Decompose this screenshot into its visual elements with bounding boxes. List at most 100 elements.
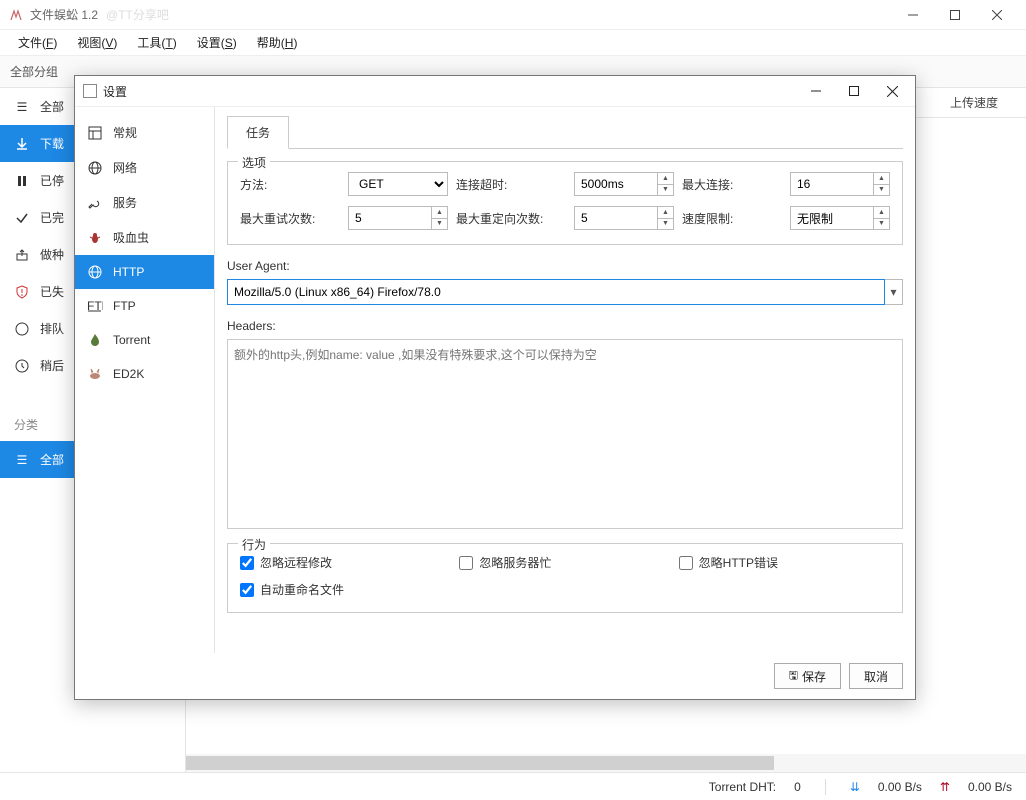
sidebar-item-label: 稍后: [40, 357, 64, 374]
dialog-minimize-button[interactable]: [797, 77, 835, 105]
settings-item-ftp[interactable]: FTP FTP: [75, 289, 214, 323]
pause-icon: [14, 173, 30, 189]
app-icon: [8, 7, 24, 23]
settings-item-label: ED2K: [113, 367, 144, 381]
speed-limit-label: 速度限制:: [682, 210, 782, 227]
settings-item-label: 网络: [113, 159, 137, 176]
chevron-up-icon[interactable]: ▲: [658, 207, 673, 219]
app-title: 文件蜈蚣 1.2: [30, 6, 98, 23]
minimize-button[interactable]: [892, 1, 934, 29]
options-legend: 选项: [238, 154, 270, 171]
torrent-dht-value: 0: [794, 780, 801, 794]
menubar: 文件(F) 视图(V) 工具(T) 设置(S) 帮助(H): [0, 30, 1026, 56]
settings-item-label: HTTP: [113, 265, 144, 279]
horizontal-scrollbar[interactable]: [186, 754, 1026, 772]
dialog-title: 设置: [103, 83, 127, 100]
settings-item-label: 常规: [113, 124, 137, 141]
speed-limit-spinner[interactable]: ▲▼: [790, 206, 890, 230]
chevron-down-icon[interactable]: ▼: [874, 185, 889, 196]
auto-rename-checkbox[interactable]: 自动重命名文件: [240, 581, 451, 598]
settings-item-ed2k[interactable]: ED2K: [75, 357, 214, 391]
check-icon: [14, 210, 30, 226]
settings-sidebar: 常规 网络 服务 吸血虫 HTTP FTP FTP Torrent ED2K: [75, 107, 215, 653]
wrench-icon: [87, 195, 103, 211]
sidebar-item-label: 全部: [40, 98, 64, 115]
sidebar-item-label: 已停: [40, 172, 64, 189]
max-retry-input[interactable]: [348, 206, 432, 230]
options-form: 方法: GET 连接超时: ▲▼ 最大连接: ▲▼ 最大重试次数: ▲▼ 最大重…: [240, 172, 890, 230]
menu-settings[interactable]: 设置(S): [189, 31, 245, 54]
behavior-fieldset: 行为 忽略远程修改 忽略服务器忙 忽略HTTP错误 自动重命名文件: [227, 543, 903, 613]
dialog-close-button[interactable]: [873, 77, 911, 105]
settings-item-label: FTP: [113, 299, 136, 313]
shield-alert-icon: [14, 284, 30, 300]
settings-dialog: 设置 常规 网络 服务 吸血虫 HTTP FTP FTP Torrent ED2K…: [74, 75, 916, 700]
bug-icon: [87, 230, 103, 246]
settings-item-leech[interactable]: 吸血虫: [75, 220, 214, 255]
chevron-down-icon[interactable]: ▼: [432, 219, 447, 230]
method-select[interactable]: GET: [348, 172, 448, 196]
chevron-up-icon[interactable]: ▲: [658, 173, 673, 185]
chevron-up-icon[interactable]: ▲: [874, 173, 889, 185]
settings-item-network[interactable]: 网络: [75, 150, 214, 185]
settings-item-torrent[interactable]: Torrent: [75, 323, 214, 357]
max-redirect-input[interactable]: [574, 206, 658, 230]
dialog-maximize-button[interactable]: [835, 77, 873, 105]
max-redirect-spinner[interactable]: ▲▼: [574, 206, 674, 230]
dialog-icon: [83, 84, 97, 98]
chevron-down-icon[interactable]: ▼: [658, 219, 673, 230]
timeout-spinner[interactable]: ▲▼: [574, 172, 674, 196]
sidebar-item-label: 已失: [40, 283, 64, 300]
dialog-footer: 🖫保存 取消: [75, 653, 915, 699]
scrollbar-thumb[interactable]: [186, 756, 774, 770]
settings-tabs: 任务: [227, 115, 903, 149]
settings-item-http[interactable]: HTTP: [75, 255, 214, 289]
menu-tools[interactable]: 工具(T): [129, 31, 184, 54]
settings-item-label: 吸血虫: [113, 229, 149, 246]
user-agent-input[interactable]: [227, 279, 885, 305]
layout-icon: [87, 125, 103, 141]
menu-help[interactable]: 帮助(H): [249, 31, 306, 54]
max-conn-label: 最大连接:: [682, 176, 782, 193]
headers-textarea[interactable]: [227, 339, 903, 529]
settings-item-services[interactable]: 服务: [75, 185, 214, 220]
max-conn-spinner[interactable]: ▲▼: [790, 172, 890, 196]
upload-box-icon: [14, 247, 30, 263]
menu-view[interactable]: 视图(V): [69, 31, 125, 54]
cancel-button[interactable]: 取消: [849, 663, 903, 689]
upload-speed-value: 0.00 B/s: [968, 780, 1012, 794]
max-conn-input[interactable]: [790, 172, 874, 196]
menu-file[interactable]: 文件(F): [10, 31, 65, 54]
ignore-remote-mod-checkbox[interactable]: 忽略远程修改: [240, 554, 451, 571]
flame-icon: [87, 332, 103, 348]
user-agent-label: User Agent:: [227, 259, 903, 273]
user-agent-dropdown-button[interactable]: ▾: [885, 279, 903, 305]
globe-solid-icon: [87, 264, 103, 280]
save-button[interactable]: 🖫保存: [774, 663, 841, 689]
headers-label: Headers:: [227, 319, 903, 333]
chevron-down-icon[interactable]: ▼: [658, 185, 673, 196]
user-agent-row: ▾: [227, 279, 903, 305]
settings-item-general[interactable]: 常规: [75, 115, 214, 150]
dialog-body: 常规 网络 服务 吸血虫 HTTP FTP FTP Torrent ED2K 任务…: [75, 106, 915, 653]
tab-task[interactable]: 任务: [227, 116, 289, 149]
timeout-input[interactable]: [574, 172, 658, 196]
speed-limit-input[interactable]: [790, 206, 874, 230]
ignore-http-error-checkbox[interactable]: 忽略HTTP错误: [679, 554, 890, 571]
download-speed-value: 0.00 B/s: [878, 780, 922, 794]
statusbar: Torrent DHT: 0 ⇊ 0.00 B/s ⇈ 0.00 B/s: [0, 772, 1026, 800]
ftp-icon: FTP: [87, 298, 103, 314]
max-retry-spinner[interactable]: ▲▼: [348, 206, 448, 230]
clock-icon: [14, 358, 30, 374]
chevron-up-icon[interactable]: ▲: [432, 207, 447, 219]
chevron-up-icon[interactable]: ▲: [874, 207, 889, 219]
column-upload-speed[interactable]: 上传速度: [942, 94, 1006, 111]
group-label: 全部分组: [10, 63, 58, 80]
close-button[interactable]: [976, 1, 1018, 29]
divider: [825, 779, 826, 795]
maximize-button[interactable]: [934, 1, 976, 29]
dialog-titlebar: 设置: [75, 76, 915, 106]
chevron-down-icon[interactable]: ▼: [874, 219, 889, 230]
menu-icon: ☰: [14, 99, 30, 115]
ignore-server-busy-checkbox[interactable]: 忽略服务器忙: [459, 554, 670, 571]
